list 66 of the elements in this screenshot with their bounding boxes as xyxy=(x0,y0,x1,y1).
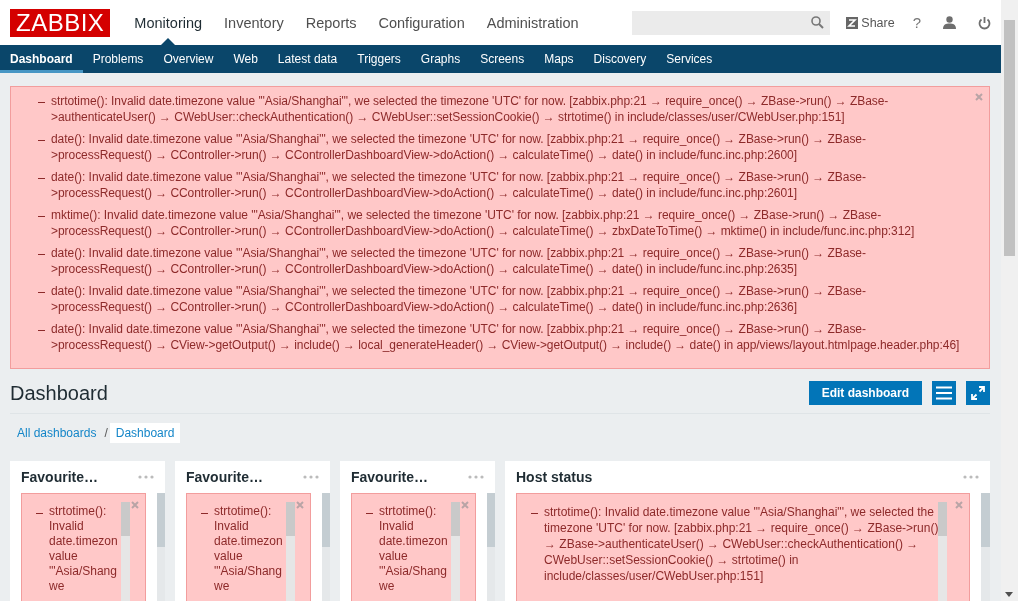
error-message: strtotime(): Invalid date.timezon value '"Asia/Shang we xyxy=(49,504,119,594)
page-title: Dashboard xyxy=(10,381,108,405)
nav-tab[interactable]: Graphs xyxy=(410,45,471,73)
menu-item[interactable]: Configuration xyxy=(367,0,476,45)
menu-button[interactable] xyxy=(932,381,956,405)
breadcrumb-separator: / xyxy=(103,426,109,440)
nav-tab[interactable]: Web xyxy=(223,45,268,73)
error-message: strtotime(): Invalid date.timezon value '"Asia/Shang we xyxy=(214,504,284,594)
scrollbar[interactable] xyxy=(487,493,495,601)
error-message: date(): Invalid date.timezone value '"Asia/Shanghai"', we selected the timezone 'UTC' for now. [zabbix.php:21 → require_once() → ZBase->run() → ZBase->processRequest() → CView->getOutput() → include() → local_generateHeader() → CView->getOutput() → include() → date() in app/views/layout.htmlpage.header.php:46] xyxy=(51,321,961,353)
logo[interactable]: ZABBIX xyxy=(10,8,111,37)
close-icon[interactable] xyxy=(975,93,983,101)
close-icon[interactable] xyxy=(131,501,139,509)
menu-item[interactable]: Administration xyxy=(475,0,590,45)
search-field[interactable] xyxy=(632,10,831,35)
nav-tab[interactable]: Dashboard xyxy=(0,45,83,73)
breadcrumb-link[interactable]: All dashboards xyxy=(11,423,103,443)
widget-title: Favourite… xyxy=(351,469,428,485)
more-icon[interactable] xyxy=(468,475,484,479)
scrollbar[interactable] xyxy=(451,502,460,601)
widget-title: Host status xyxy=(516,469,593,485)
scrollbar[interactable] xyxy=(157,493,165,601)
close-icon[interactable] xyxy=(955,501,963,509)
fullscreen-icon xyxy=(971,386,985,400)
widget-title: Favourite… xyxy=(21,469,98,485)
nav-tab[interactable]: Discovery xyxy=(583,45,657,73)
widget-title: Favourite… xyxy=(186,469,263,485)
error-message: mktime(): Invalid date.timezone value '"Asia/Shanghai"', we selected the timezone 'UTC' for now. [zabbix.php:21 → require_once() → ZBase->run() → ZBase->processRequest() → CController->run() → CControllerDashboardView->doAction() → calculateTime() → zbxDateToTime() → mktime() in include/func.inc.php:312] xyxy=(51,207,916,239)
scroll-down-icon[interactable] xyxy=(1005,592,1013,597)
scrollbar[interactable] xyxy=(981,493,990,601)
error-message: date(): Invalid date.timezone value '"Asia/Shanghai"', we selected the timezone 'UTC' for now. [zabbix.php:21 → require_once() → ZBase->run() → ZBase->processRequest() → CController->run() → CControllerDashboardView->doAction() → calculateTime() → date() in include/func.inc.php:2600] xyxy=(51,131,867,163)
scrollbar[interactable] xyxy=(938,502,947,601)
share-link[interactable]: Share xyxy=(846,15,895,30)
close-icon[interactable] xyxy=(461,501,469,509)
close-icon[interactable] xyxy=(296,501,304,509)
error-message: date(): Invalid date.timezone value '"Asia/Shanghai"', we selected the timezone 'UTC' for now. [zabbix.php:21 → require_once() → ZBase->run() → ZBase->processRequest() → CController->run() → CControllerDashboardView->doAction() → calculateTime() → date() in include/func.inc.php:2636] xyxy=(51,283,867,315)
nav-tab[interactable]: Services xyxy=(656,45,723,73)
error-message: date(): Invalid date.timezone value '"Asia/Shanghai"', we selected the timezone 'UTC' for now. [zabbix.php:21 → require_once() → ZBase->run() → ZBase->processRequest() → CController->run() → CControllerDashboardView->doAction() → calculateTime() → date() in include/func.inc.php:2601] xyxy=(51,169,867,201)
search-icon[interactable] xyxy=(811,16,825,29)
nav-tab[interactable]: Screens xyxy=(470,45,535,73)
nav-tab[interactable]: Overview xyxy=(153,45,224,73)
error-message: strtotime(): Invalid date.timezone value '"Asia/Shanghai"', we selected the timezone 'UTC' for now. [zabbix.php:21 → require_once() → ZBase->run() → ZBase->authenticateUser() → CWebUser::checkAuthentication() → CWebUser::setSessionCookie() → strtotime() in include/classes/user/CWebUser.php:151] xyxy=(51,93,890,125)
more-icon[interactable] xyxy=(303,475,319,479)
menu-item[interactable]: Reports xyxy=(294,0,368,45)
breadcrumb-link[interactable]: Dashboard xyxy=(109,423,181,443)
menu-item[interactable]: Inventory xyxy=(213,0,295,45)
z-icon xyxy=(846,16,859,29)
scrollbar[interactable] xyxy=(121,502,130,601)
scrollbar[interactable] xyxy=(322,493,330,601)
nav-tab[interactable]: Latest data xyxy=(267,45,348,73)
edit-dashboard-button[interactable]: Edit dashboard xyxy=(808,381,922,405)
fullscreen-button[interactable] xyxy=(966,381,990,405)
nav-tab[interactable]: Triggers xyxy=(347,45,411,73)
error-message: date(): Invalid date.timezone value '"Asia/Shanghai"', we selected the timezone 'UTC' for now. [zabbix.php:21 → require_once() → ZBase->run() → ZBase->processRequest() → CController->run() → CControllerDashboardView->doAction() → calculateTime() → date() in include/func.inc.php:2635] xyxy=(51,245,867,277)
menu-icon xyxy=(936,386,952,400)
error-message: strtotime(): Invalid date.timezon value '"Asia/Shang we xyxy=(379,504,449,594)
error-message: strtotime(): Invalid date.timezone value '"Asia/Shanghai"', we selected the timezone 'UTC' for now. [zabbix.php:21 → require_once() → ZBase->run() → ZBase->authenticateUser() → CWebUser::checkAuthentication() → CWebUser::setSessionCookie() → strtotime() in include/classes/user/CWebUser.php:151] xyxy=(544,504,939,584)
nav-tab[interactable]: Maps xyxy=(534,45,584,73)
more-icon[interactable] xyxy=(138,475,154,479)
more-icon[interactable] xyxy=(963,475,979,479)
user-icon[interactable] xyxy=(943,16,956,29)
nav-tab[interactable]: Problems xyxy=(82,45,154,73)
scrollbar[interactable] xyxy=(1001,0,1018,601)
help-link[interactable]: ? xyxy=(912,14,921,31)
power-icon[interactable] xyxy=(978,15,991,30)
scrollbar[interactable] xyxy=(286,502,295,601)
